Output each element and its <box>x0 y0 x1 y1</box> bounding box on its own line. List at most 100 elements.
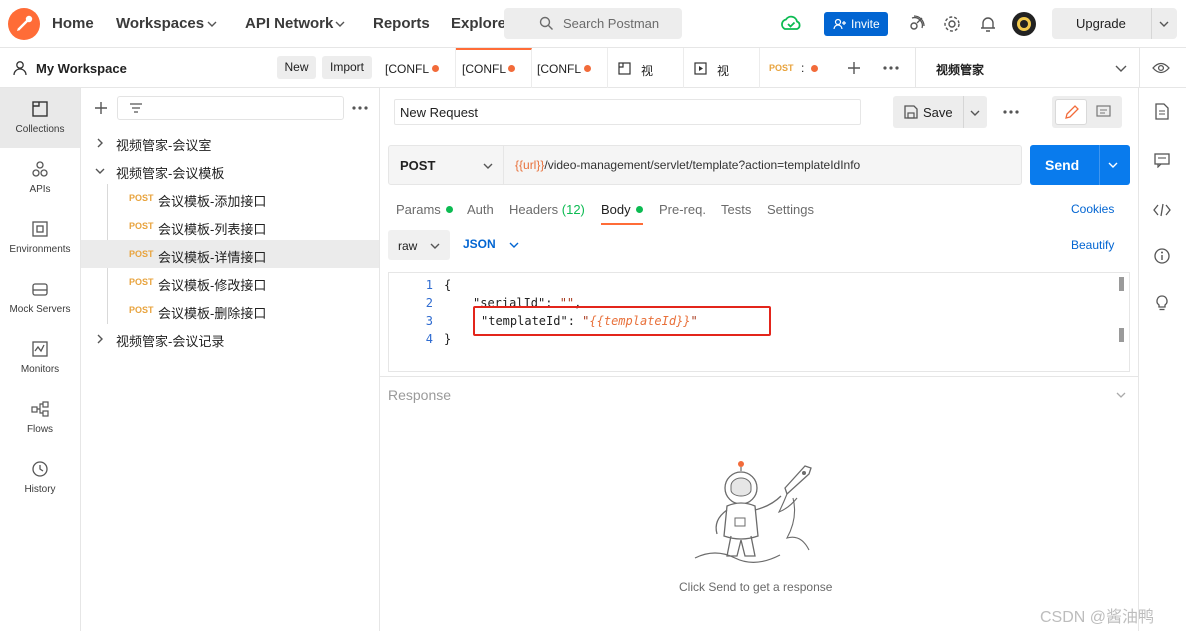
chevron-down-icon[interactable] <box>1115 64 1127 72</box>
response-title: Response <box>388 387 452 403</box>
request-label: 会议模板-详情接口 <box>158 250 267 265</box>
rail-label: Monitors <box>20 364 60 375</box>
request-name-field[interactable]: New Request <box>394 99 861 125</box>
search-input[interactable]: Search Postman <box>504 8 682 39</box>
collection-folder[interactable]: 视频管家-会议室 <box>81 128 379 156</box>
body-editor[interactable]: 1 2 3 4 { "serialId": "", "templateId": … <box>388 272 1130 372</box>
has-content-dot <box>635 206 643 213</box>
add-collection-icon[interactable] <box>94 101 108 115</box>
rail-environments[interactable]: Environments <box>0 208 80 268</box>
filter-input[interactable] <box>117 96 344 120</box>
tab-label: : <box>801 61 805 75</box>
play-icon <box>694 62 707 75</box>
body-format-value: JSON <box>463 237 496 251</box>
tab-request-6[interactable]: POST: <box>760 48 836 88</box>
collection-folder-expanded[interactable]: 视频管家-会议模板 <box>81 156 379 184</box>
edit-mode-button[interactable] <box>1055 99 1087 125</box>
cloud-sync-icon[interactable] <box>780 13 802 33</box>
environment-selector[interactable]: 视频管家 <box>936 61 984 78</box>
body-format-select[interactable]: JSON <box>463 237 523 255</box>
rail-monitors[interactable]: Monitors <box>0 328 80 388</box>
avatar[interactable] <box>1012 12 1036 36</box>
gear-icon[interactable] <box>942 14 962 34</box>
satellite-icon[interactable] <box>906 14 926 34</box>
scrollbar-thumb[interactable] <box>1119 328 1124 342</box>
request-item-selected[interactable]: POST 会议模板-详情接口 <box>81 240 379 268</box>
tab-settings[interactable]: Settings <box>767 202 814 217</box>
comment-icon[interactable] <box>1096 105 1111 119</box>
rail-label: Collections <box>15 124 65 135</box>
rail-history[interactable]: History <box>0 448 80 508</box>
method-badge: POST <box>129 277 154 287</box>
tab-request-1[interactable]: [CONFL <box>380 48 456 88</box>
rail-mock-servers[interactable]: Mock Servers <box>0 268 80 328</box>
chevron-down-icon[interactable] <box>1108 161 1118 169</box>
nav-workspaces[interactable]: Workspaces <box>116 15 204 32</box>
invite-button[interactable]: Invite <box>824 12 888 36</box>
upgrade-label: Upgrade <box>1076 16 1126 31</box>
history-icon <box>32 461 48 477</box>
line-number: 1 <box>425 278 433 292</box>
request-item[interactable]: POST 会议模板-修改接口 <box>81 268 379 296</box>
rail-apis[interactable]: APIs <box>0 148 80 208</box>
apis-icon <box>32 161 48 177</box>
send-label: Send <box>1045 157 1080 173</box>
unsaved-dot <box>811 65 818 72</box>
beautify-button[interactable]: Beautify <box>1071 238 1114 252</box>
bell-icon[interactable] <box>978 14 998 34</box>
more-icon[interactable] <box>352 106 368 110</box>
chevron-down-icon[interactable] <box>1116 391 1126 399</box>
save-button[interactable]: Save <box>893 96 987 128</box>
rail-collections[interactable]: Collections <box>0 88 80 148</box>
add-tab-icon[interactable] <box>847 61 861 75</box>
info-icon[interactable] <box>1154 248 1170 264</box>
request-item[interactable]: POST 会议模板-添加接口 <box>81 184 379 212</box>
chevron-down-icon[interactable] <box>1159 20 1169 28</box>
lightbulb-icon[interactable] <box>1155 295 1169 312</box>
tab-runner[interactable]: 视 <box>684 48 760 88</box>
body-mode-select[interactable]: raw <box>388 230 450 260</box>
nav-home[interactable]: Home <box>52 15 94 32</box>
collection-folder[interactable]: 视频管家-会议记录 <box>81 324 379 352</box>
tab-collection[interactable]: 视 <box>608 48 684 88</box>
tab-pre-request[interactable]: Pre-req. <box>659 202 706 217</box>
more-icon[interactable] <box>882 66 900 70</box>
method-select[interactable]: POST <box>389 146 504 184</box>
more-icon[interactable] <box>1003 110 1019 114</box>
eye-icon[interactable] <box>1152 61 1170 75</box>
scrollbar-thumb[interactable] <box>1119 277 1124 291</box>
tab-request-2-active[interactable]: [CONFL <box>456 48 532 88</box>
flows-icon <box>31 401 49 417</box>
add-user-icon <box>833 18 846 30</box>
left-rail: Collections APIs Environments Mock Serve… <box>0 88 81 631</box>
code-snippet-icon[interactable] <box>1153 203 1171 217</box>
request-item[interactable]: POST 会议模板-删除接口 <box>81 296 379 324</box>
send-button[interactable]: Send <box>1030 145 1130 185</box>
pencil-icon <box>1065 105 1079 119</box>
tab-params[interactable]: Params <box>396 202 453 217</box>
nav-api-network[interactable]: API Network <box>245 15 333 32</box>
nav-explore[interactable]: Explore <box>451 15 506 32</box>
chevron-down-icon[interactable] <box>970 109 980 117</box>
request-tabs: [CONFL [CONFL [CONFL 视 视 POST: 视频管家 <box>380 48 1186 88</box>
request-item[interactable]: POST 会议模板-列表接口 <box>81 212 379 240</box>
tab-request-3[interactable]: [CONFL <box>532 48 608 88</box>
postman-logo-icon[interactable] <box>8 8 40 40</box>
tab-body[interactable]: Body <box>601 202 643 225</box>
workspace-name[interactable]: My Workspace <box>36 61 127 76</box>
tab-headers[interactable]: Headers (12) <box>509 202 585 217</box>
nav-reports[interactable]: Reports <box>373 15 430 32</box>
method-badge: POST <box>129 249 154 259</box>
tab-tests[interactable]: Tests <box>721 202 751 217</box>
tab-auth[interactable]: Auth <box>467 202 494 217</box>
rail-flows[interactable]: Flows <box>0 388 80 448</box>
new-button[interactable]: New <box>277 56 316 79</box>
tab-label: 视 <box>717 64 730 78</box>
upgrade-button[interactable]: Upgrade <box>1052 8 1177 39</box>
comments-icon[interactable] <box>1154 153 1170 168</box>
url-input[interactable]: {{url}}/video-management/servlet/templat… <box>515 158 860 172</box>
astronaut-illustration-icon <box>694 461 812 563</box>
documentation-icon[interactable] <box>1155 103 1169 120</box>
import-button[interactable]: Import <box>322 56 372 79</box>
cookies-link[interactable]: Cookies <box>1071 202 1114 216</box>
